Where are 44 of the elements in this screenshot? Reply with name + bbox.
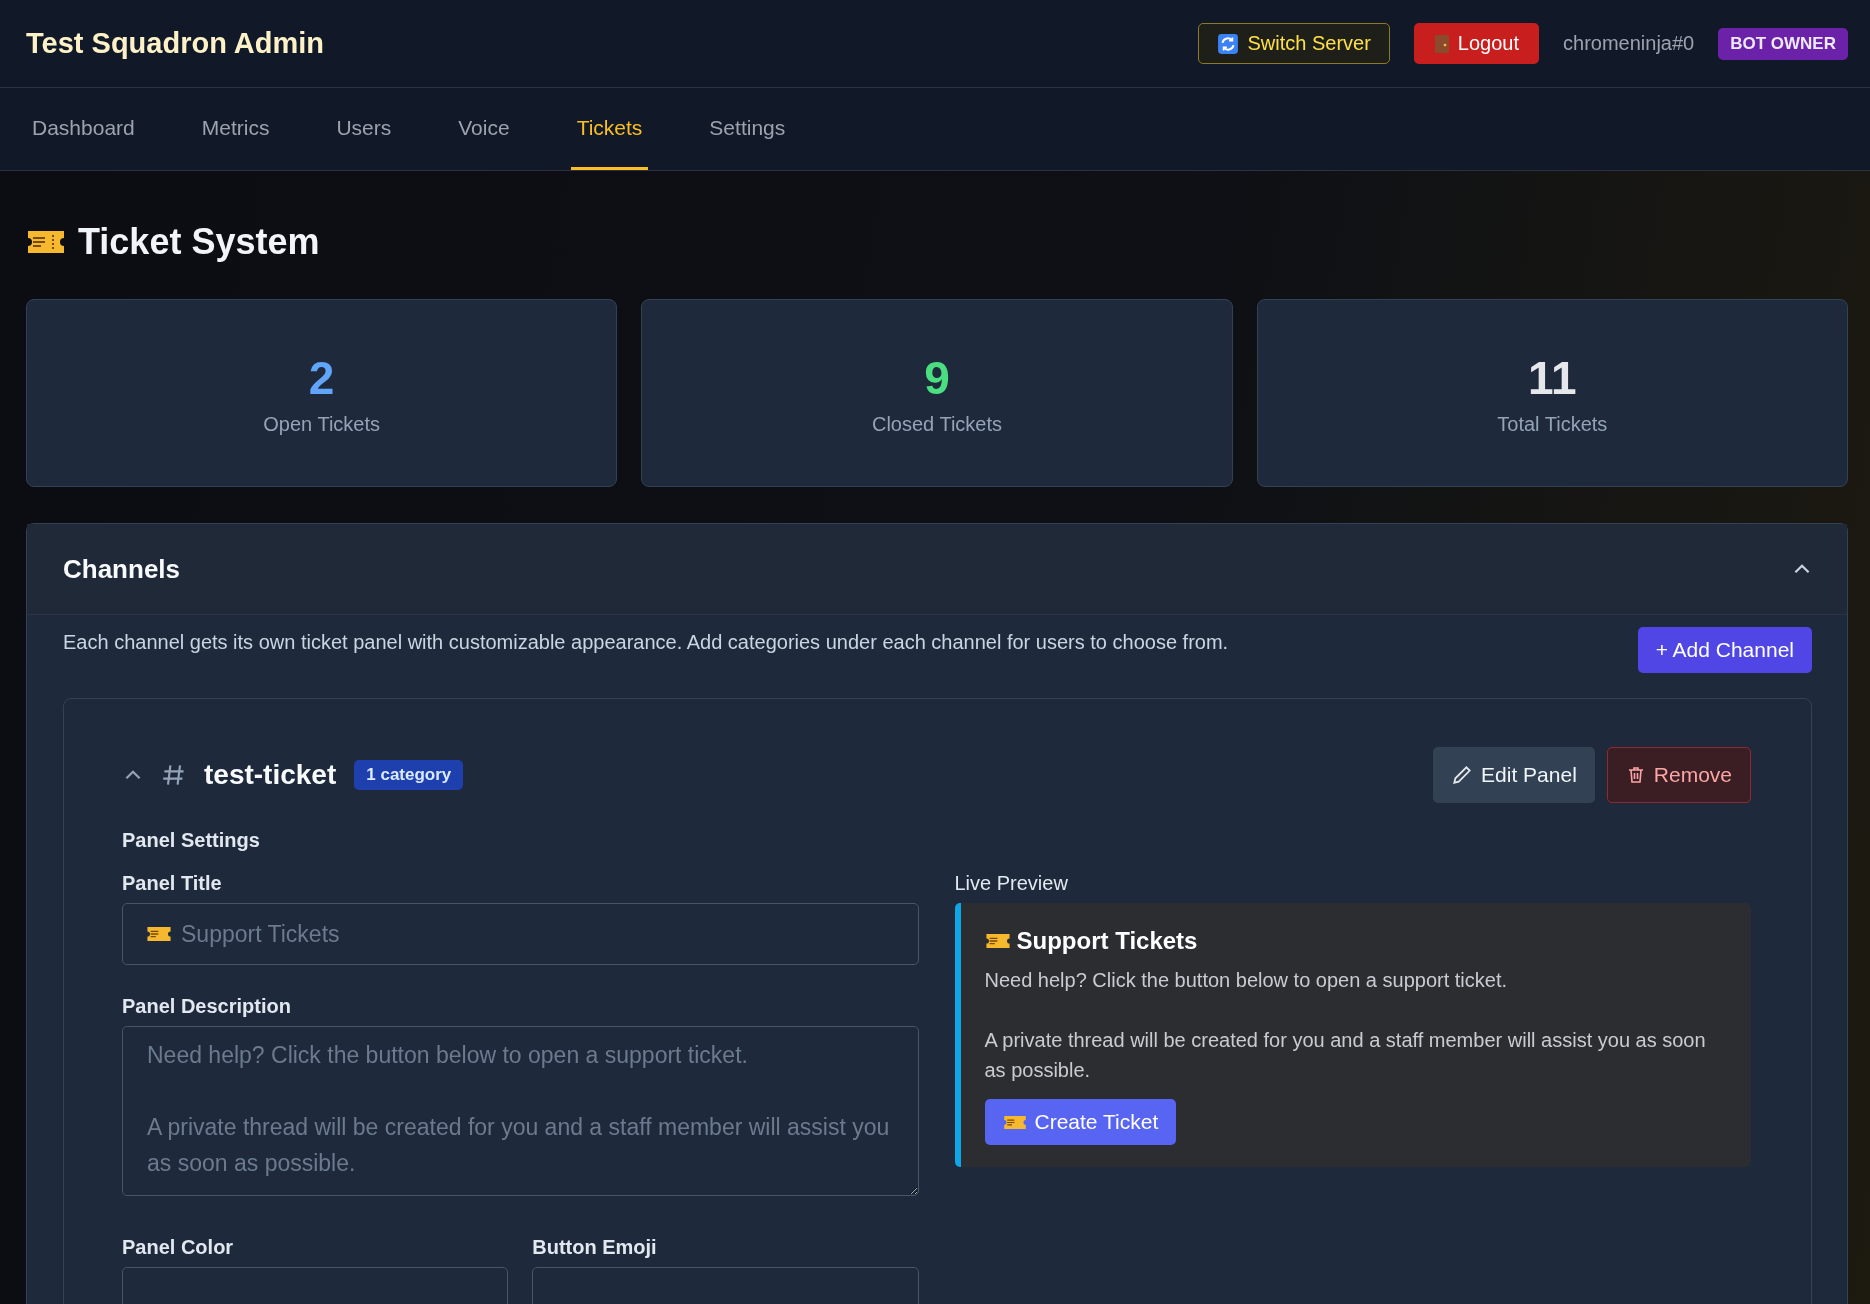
stat-value: 9 xyxy=(924,350,950,405)
create-ticket-button[interactable]: Create Ticket xyxy=(984,1099,1177,1145)
nav-tab[interactable]: Metrics xyxy=(195,88,300,170)
preview-description: Need help? Click the button below to open a support ticket. A private thread will be created for you and a staff member will assist you as soon as possible. xyxy=(984,968,1707,1083)
field-label: Panel Title xyxy=(122,872,223,895)
section-title: Channels xyxy=(63,553,181,585)
ticket-icon xyxy=(1002,1113,1027,1131)
nav-tab[interactable]: Tickets xyxy=(570,88,649,170)
switch-server-button[interactable]: Switch Server xyxy=(1198,23,1390,64)
panel-title-field[interactable]: Support Tickets xyxy=(122,903,919,965)
field-label: Panel Color xyxy=(122,1236,235,1259)
door-icon xyxy=(1433,32,1450,55)
add-channel-button[interactable]: + Add Channel xyxy=(1637,627,1812,673)
section-description: Each channel gets its own ticket panel with customizable appearance. Add categories under each channel for users to choose from. xyxy=(63,630,1229,654)
ticket-icon xyxy=(146,925,172,943)
preview-title: Support Tickets xyxy=(1016,927,1198,955)
nav-tab[interactable]: Dashboard xyxy=(26,88,165,170)
category-count-badge: 1 category xyxy=(354,760,464,790)
logout-button[interactable]: Logout xyxy=(1413,23,1539,64)
nav-tab[interactable]: Voice xyxy=(452,88,540,170)
preview-label: Live Preview xyxy=(954,872,1069,895)
app-title: Test Squadron Admin xyxy=(26,27,325,60)
stat-label: Open Tickets xyxy=(263,412,380,436)
stat-value: 2 xyxy=(308,350,335,405)
field-label: Button Emoji xyxy=(532,1236,658,1259)
field-label: Panel Description xyxy=(122,995,292,1018)
settings-heading: Panel Settings xyxy=(122,829,261,852)
edit-panel-button[interactable]: Edit Panel xyxy=(1433,747,1595,803)
panel-description-field[interactable]: Need help? Click the button below to open a support ticket. A private thread will be created for you and a staff member will assist you as soon as possible. xyxy=(122,1026,919,1196)
stat-label: Total Tickets xyxy=(1497,412,1608,436)
pencil-icon xyxy=(1451,764,1474,786)
stat-label: Closed Tickets xyxy=(871,412,1002,436)
role-badge: BOT OWNER xyxy=(1718,27,1848,60)
refresh-icon xyxy=(1217,32,1240,55)
nav-tab[interactable]: Settings xyxy=(703,88,816,170)
page-title: Ticket System xyxy=(78,221,320,263)
username: chromeninja#0 xyxy=(1563,32,1695,55)
stat-value: 11 xyxy=(1528,350,1577,405)
remove-button[interactable]: Remove xyxy=(1606,747,1751,803)
nav-tab[interactable]: Users xyxy=(330,88,422,170)
hash-icon xyxy=(162,763,186,787)
channel-name: test-ticket xyxy=(204,759,337,791)
ticket-icon xyxy=(26,228,66,256)
ticket-icon xyxy=(984,932,1011,950)
